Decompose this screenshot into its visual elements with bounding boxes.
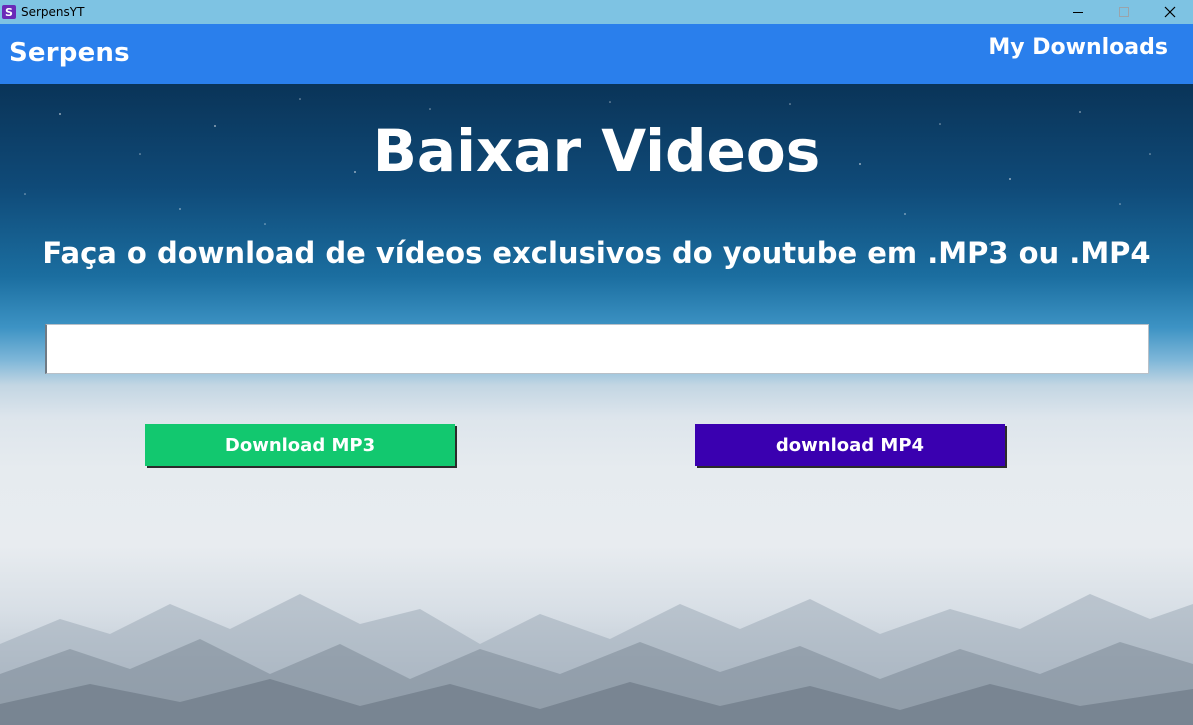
close-button[interactable] [1147,0,1193,24]
download-mp4-button[interactable]: download MP4 [695,424,1005,466]
app-icon: S [2,5,16,19]
window-title: SerpensYT [21,5,85,19]
download-mp3-button[interactable]: Download MP3 [145,424,455,466]
minimize-button[interactable] [1055,0,1101,24]
page-subtitle: Faça o download de vídeos exclusivos do … [42,236,1151,270]
mountain-range-background [0,594,1193,725]
my-downloads-link[interactable]: My Downloads [988,35,1168,60]
app-header: Serpens My Downloads [0,24,1193,84]
maximize-button[interactable] [1101,0,1147,24]
video-url-input[interactable] [45,324,1149,374]
window-titlebar: S SerpensYT [0,0,1193,24]
close-icon [1164,6,1176,18]
main-content: Baixar Videos Faça o download de vídeos … [0,84,1193,725]
window-controls [1055,0,1193,24]
minimize-icon [1073,12,1083,13]
brand-logo[interactable]: Serpens [9,38,130,68]
page-title: Baixar Videos [372,117,821,185]
maximize-icon [1119,7,1129,17]
